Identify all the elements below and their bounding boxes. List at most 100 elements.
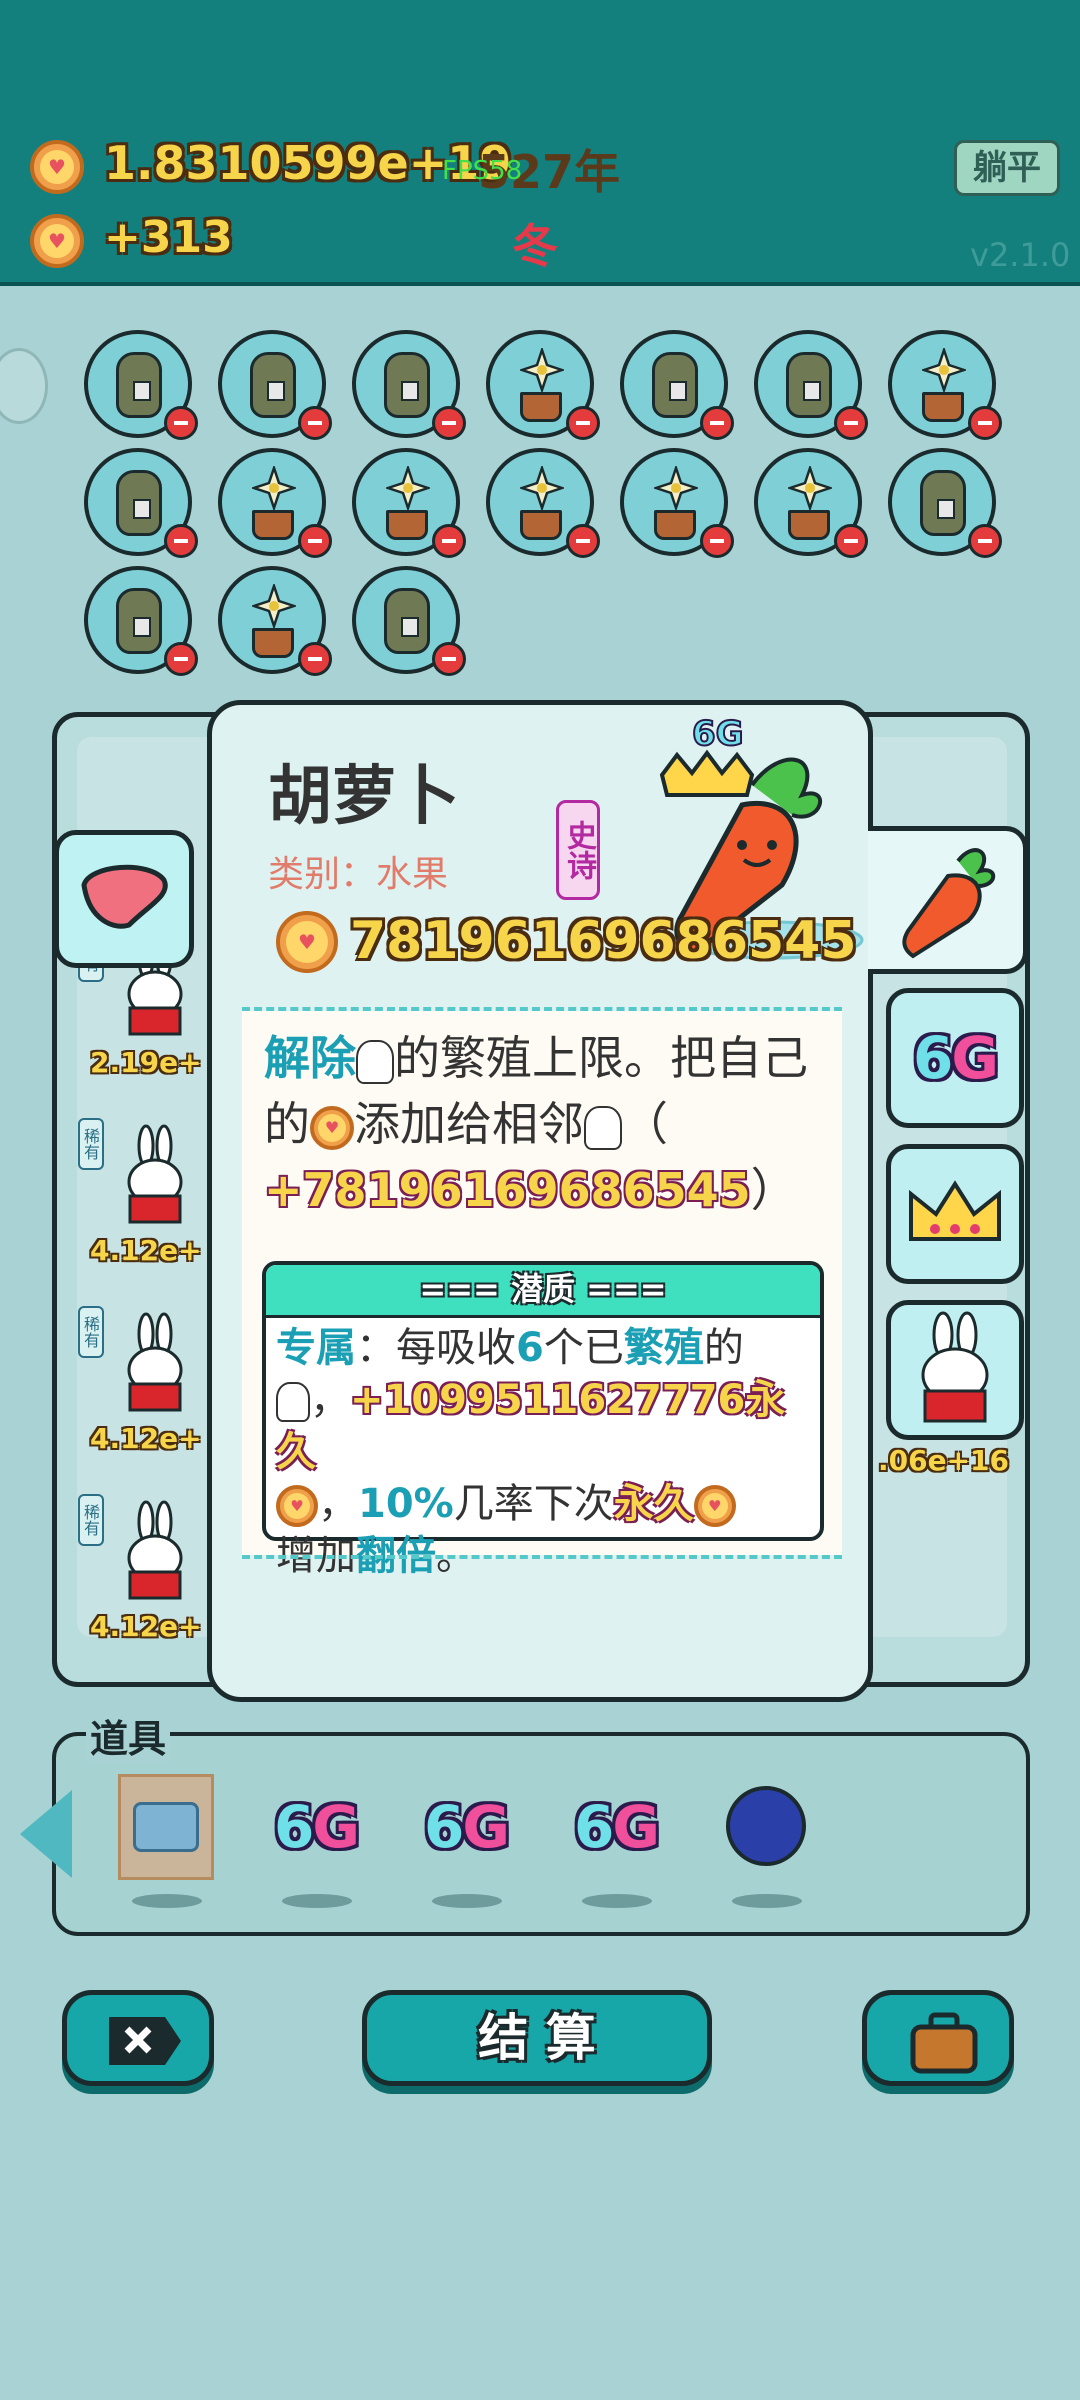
flower-slot[interactable] bbox=[486, 448, 600, 558]
sack-slot[interactable] bbox=[754, 330, 868, 440]
tool-item[interactable] bbox=[718, 1774, 814, 1880]
coin-icon: ♥ bbox=[30, 214, 84, 268]
sack-icon bbox=[116, 588, 162, 654]
pot-icon bbox=[922, 392, 964, 422]
remove-icon[interactable] bbox=[432, 406, 466, 440]
remove-icon[interactable] bbox=[164, 524, 198, 558]
sack-icon bbox=[384, 352, 430, 418]
fps-counter: FPS58 bbox=[442, 156, 523, 186]
6g-icon: 6G bbox=[574, 1793, 660, 1861]
item-category: 类别：水果 bbox=[268, 854, 449, 895]
close-icon bbox=[109, 2017, 181, 2065]
remove-icon[interactable] bbox=[566, 524, 600, 558]
tool-item[interactable] bbox=[118, 1774, 214, 1880]
potential-box: === 潜质 === 专属：每吸收6个已繁殖的 ，+1099511627776永… bbox=[262, 1261, 824, 1579]
carrot-tab-button[interactable] bbox=[868, 826, 1028, 974]
flower-icon bbox=[654, 466, 698, 510]
rarity-badge: 史诗 bbox=[556, 800, 600, 900]
flower-slot[interactable] bbox=[218, 448, 332, 558]
coin-icon: ♥ bbox=[276, 911, 338, 973]
bunny-value: 4.12e+ bbox=[90, 1610, 202, 1643]
item-grid bbox=[84, 330, 1004, 690]
sack-slot[interactable] bbox=[620, 330, 734, 440]
remove-icon[interactable] bbox=[834, 524, 868, 558]
flower-slot[interactable] bbox=[888, 330, 1002, 440]
pot-icon bbox=[520, 510, 562, 540]
remove-icon[interactable] bbox=[164, 642, 198, 676]
pot-icon bbox=[654, 510, 696, 540]
flower-icon bbox=[788, 466, 832, 510]
lie-flat-button[interactable]: 躺平 bbox=[954, 140, 1060, 196]
item-shadow bbox=[432, 1894, 502, 1908]
sack-icon bbox=[652, 352, 698, 418]
bag-button[interactable] bbox=[862, 1990, 1014, 2086]
6g-icon: 6G bbox=[424, 1793, 510, 1861]
coin-icon: ♥ bbox=[310, 1105, 354, 1150]
version-label: v2.1.0 bbox=[970, 236, 1071, 274]
6g-icon: 6G bbox=[274, 1793, 360, 1861]
organ-button[interactable] bbox=[54, 830, 194, 968]
close-button[interactable] bbox=[62, 1990, 214, 2086]
sack-slot[interactable] bbox=[888, 448, 1002, 558]
flower-slot[interactable] bbox=[620, 448, 734, 558]
settle-button[interactable]: 结 算 bbox=[362, 1990, 712, 2086]
bunny-value: 4.12e+ bbox=[90, 1422, 202, 1455]
sack-slot[interactable] bbox=[218, 330, 332, 440]
remove-icon[interactable] bbox=[298, 406, 332, 440]
bunny-button[interactable] bbox=[886, 1300, 1024, 1440]
remove-icon[interactable] bbox=[432, 524, 466, 558]
item-shadow bbox=[282, 1894, 352, 1908]
6g-button[interactable]: 6G bbox=[886, 988, 1024, 1128]
flower-slot[interactable] bbox=[754, 448, 868, 558]
bunny-icon bbox=[356, 1039, 394, 1084]
bunny-icon bbox=[127, 1124, 183, 1224]
remove-icon[interactable] bbox=[700, 406, 734, 440]
sack-slot[interactable] bbox=[84, 330, 198, 440]
flower-slot[interactable] bbox=[352, 448, 466, 558]
flower-icon bbox=[922, 348, 966, 392]
rarity-tag: 稀有 bbox=[78, 1494, 104, 1546]
remove-icon[interactable] bbox=[298, 524, 332, 558]
remove-icon[interactable] bbox=[566, 406, 600, 440]
season-label: 冬 bbox=[512, 219, 558, 273]
item-name: 胡萝卜 bbox=[268, 760, 460, 834]
item-shadow bbox=[582, 1894, 652, 1908]
remove-icon[interactable] bbox=[968, 524, 1002, 558]
sack-slot[interactable] bbox=[352, 566, 466, 676]
tools-title: 道具 bbox=[86, 1708, 171, 1763]
sack-icon bbox=[116, 470, 162, 536]
blueberry-icon bbox=[726, 1786, 806, 1866]
remove-icon[interactable] bbox=[432, 642, 466, 676]
remove-icon[interactable] bbox=[834, 406, 868, 440]
item-description: 解除 的繁殖上限。把自己的 ♥ 添加给相邻（ +78196169686545） bbox=[264, 1031, 808, 1217]
coin-icon: ♥ bbox=[693, 1485, 736, 1527]
income-label: +313 bbox=[104, 212, 233, 263]
flower-icon bbox=[386, 466, 430, 510]
pot-icon bbox=[252, 628, 294, 658]
divider bbox=[242, 1555, 842, 1559]
remove-icon[interactable] bbox=[968, 406, 1002, 440]
sack-slot[interactable] bbox=[352, 330, 466, 440]
flower-slot[interactable] bbox=[218, 566, 332, 676]
rarity-tag: 稀有 bbox=[78, 1306, 104, 1358]
6g-icon: 6G bbox=[913, 1024, 999, 1092]
scroll-left-button[interactable] bbox=[20, 1790, 72, 1878]
pot-icon bbox=[386, 510, 428, 540]
sack-slot[interactable] bbox=[84, 566, 198, 676]
crown-button[interactable] bbox=[886, 1144, 1024, 1284]
desc-value: +78196169686545 bbox=[264, 1163, 751, 1217]
badge-6g: 6G bbox=[692, 715, 744, 754]
top-bar: ♥ 1.8310599e+19 527年 FPS58 ♥ +313 冬 躺平 v… bbox=[0, 0, 1080, 286]
pot-icon bbox=[252, 510, 294, 540]
remove-icon[interactable] bbox=[298, 642, 332, 676]
flower-icon bbox=[252, 466, 296, 510]
bunny-icon bbox=[921, 1311, 989, 1423]
flower-slot[interactable] bbox=[486, 330, 600, 440]
remove-icon[interactable] bbox=[700, 524, 734, 558]
tool-item[interactable]: 6G bbox=[568, 1774, 664, 1880]
remove-icon[interactable] bbox=[164, 406, 198, 440]
coin-icon: ♥ bbox=[30, 140, 84, 194]
tool-item[interactable]: 6G bbox=[268, 1774, 364, 1880]
sack-slot[interactable] bbox=[84, 448, 198, 558]
tool-item[interactable]: 6G bbox=[418, 1774, 514, 1880]
